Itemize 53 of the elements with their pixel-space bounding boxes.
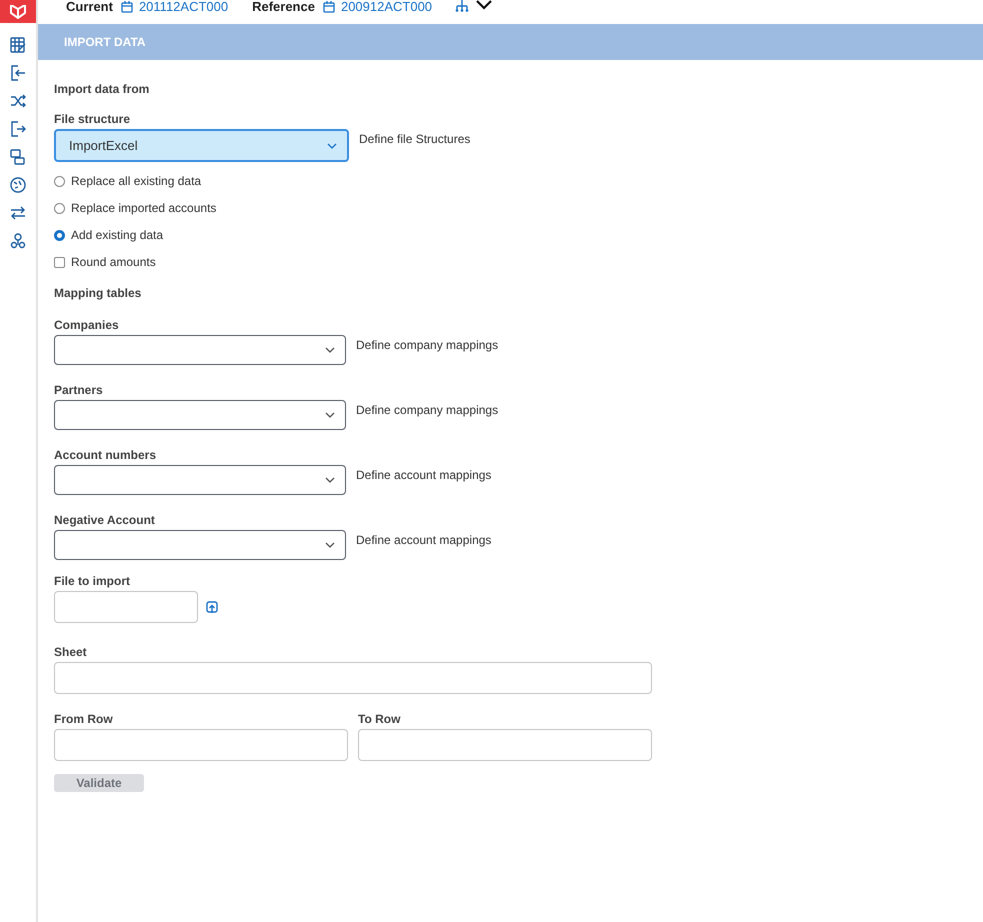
chevron-down-icon (325, 412, 335, 418)
globe-nav-icon[interactable] (8, 175, 28, 195)
mapping-dropdown[interactable] (54, 335, 346, 365)
define-link[interactable]: Define account mappings (356, 533, 492, 547)
field-label: To Row (358, 712, 402, 726)
radio-button[interactable] (54, 230, 65, 241)
chevron-down-icon (325, 542, 335, 548)
org-nav-icon[interactable] (8, 231, 28, 251)
app-logo[interactable] (0, 0, 36, 23)
file-structure-dropdown[interactable]: ImportExcel (54, 129, 349, 162)
define-link[interactable]: Define account mappings (356, 468, 492, 482)
mapping-dropdown[interactable] (54, 465, 346, 495)
option-label: Replace all existing data (71, 174, 202, 189)
hierarchy-icon[interactable] (454, 0, 470, 12)
upload-icon[interactable] (206, 600, 218, 614)
field-label: File to import (54, 574, 131, 588)
option-label: Add existing data (71, 228, 164, 243)
section-title: IMPORT DATA (64, 35, 146, 49)
field-label: File structure (54, 112, 132, 126)
field-label: Companies (54, 318, 120, 332)
chevron-down-icon (325, 477, 335, 483)
chevron-down-icon (327, 142, 337, 148)
to-row-input-field[interactable] (358, 729, 652, 761)
cube-icon (8, 5, 28, 19)
field-label: Mapping tables (54, 286, 142, 300)
field-label: From Row (54, 712, 114, 726)
checkbox[interactable] (54, 257, 65, 268)
define-link[interactable]: Define company mappings (356, 403, 498, 417)
mapping-dropdown[interactable] (54, 530, 346, 560)
reference-period-link[interactable]: 200912ACT000 (340, 0, 432, 14)
calendar-icon (322, 1, 335, 13)
current-label: Current (66, 0, 113, 14)
current-period-link[interactable]: 201112ACT000 (138, 0, 228, 14)
field-label: Account numbers (54, 448, 158, 462)
chevron-down-icon[interactable] (476, 0, 492, 10)
radio-button[interactable] (54, 176, 65, 187)
grid-nav-icon[interactable] (8, 35, 28, 55)
define-link[interactable]: Define file Structures (359, 132, 470, 146)
mapping-dropdown[interactable] (54, 400, 346, 430)
sheet-input-field[interactable] (54, 662, 652, 694)
from-row-input-field[interactable] (54, 729, 348, 761)
radio-button[interactable] (54, 203, 65, 214)
file-input-field[interactable] (54, 591, 198, 623)
field-label: Import data from (54, 82, 150, 96)
define-link[interactable]: Define company mappings (356, 338, 498, 352)
option-label: Round amounts (71, 255, 156, 270)
reference-label: Reference (252, 0, 315, 14)
chevron-down-icon (325, 347, 335, 353)
calendar-icon (120, 1, 133, 13)
field-label: Negative Account (54, 513, 156, 527)
option-label: Replace imported accounts (71, 201, 216, 216)
field-label: Partners (54, 383, 104, 397)
field-label: Sheet (54, 645, 88, 659)
